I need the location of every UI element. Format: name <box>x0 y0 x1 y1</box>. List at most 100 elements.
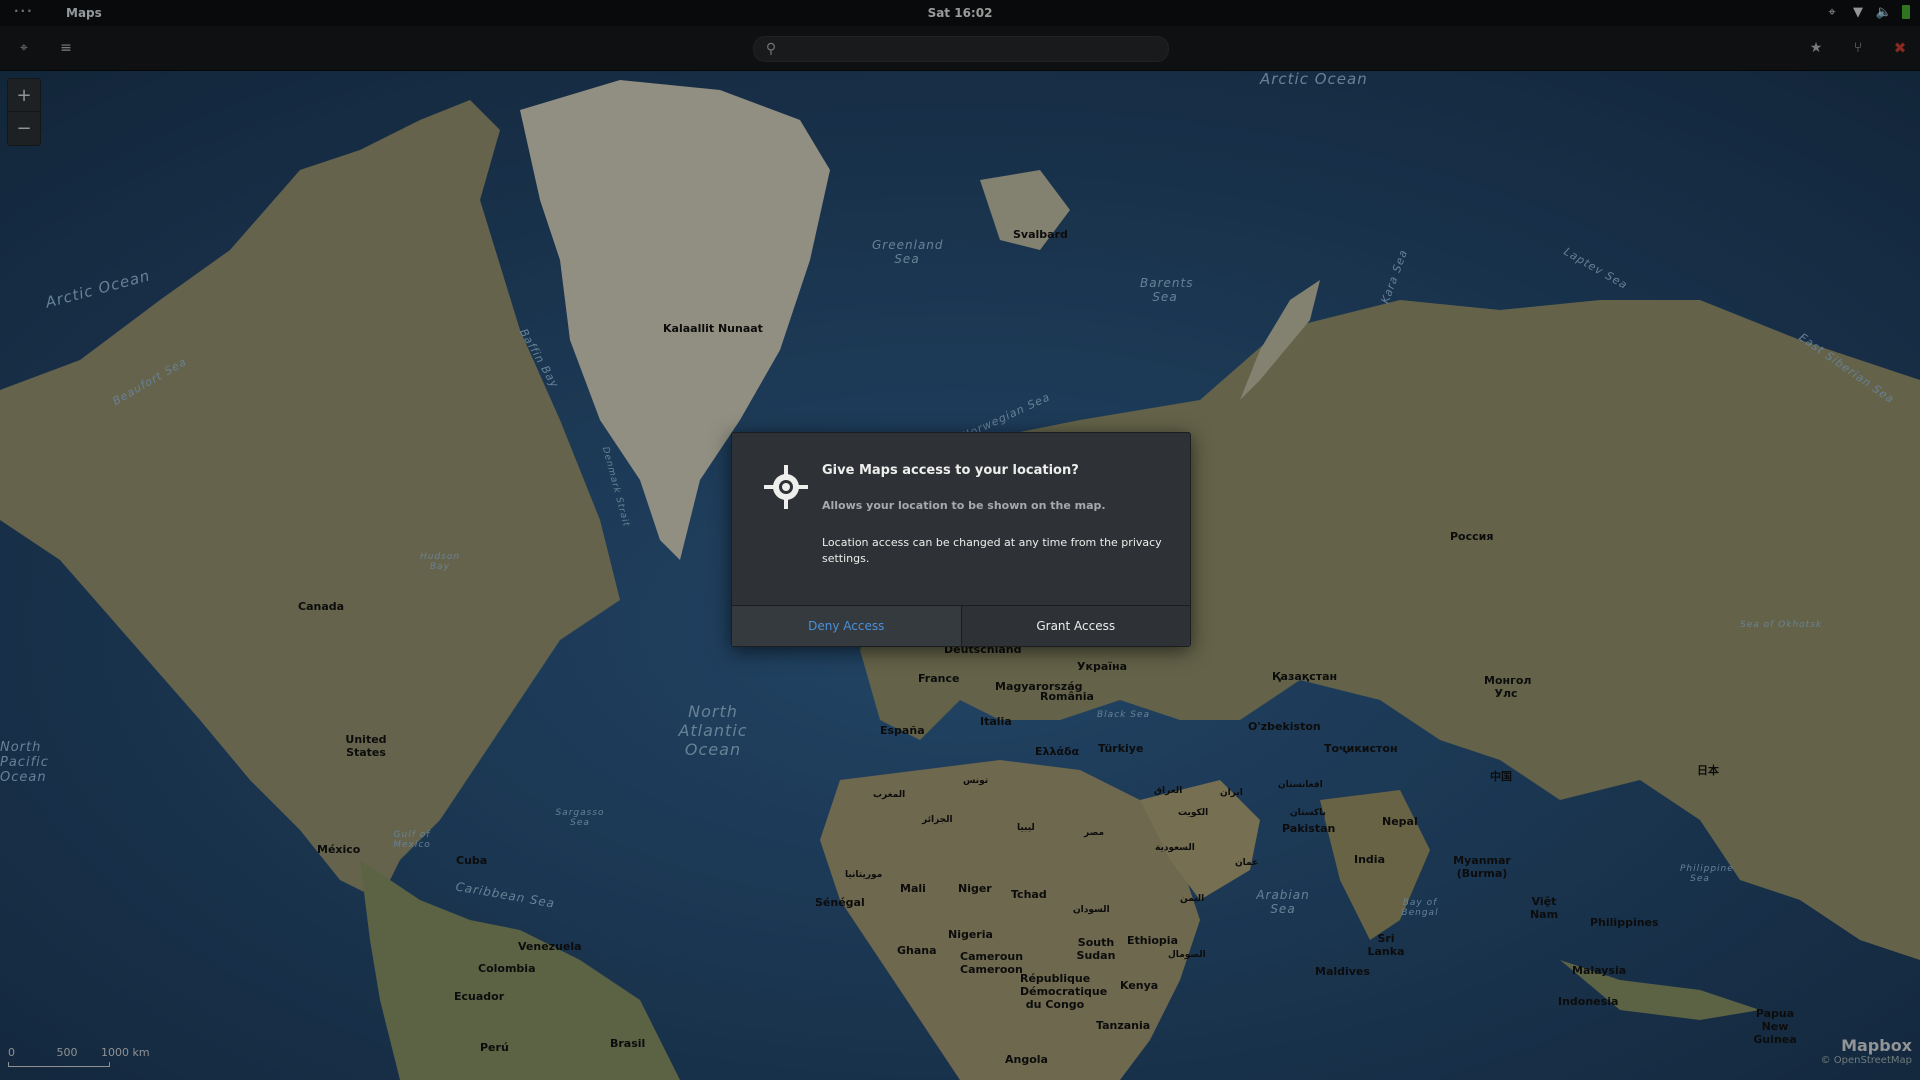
place-label: الصومال <box>1168 950 1206 960</box>
place-label: Қазақстан <box>1272 670 1338 683</box>
ocean-label: Arctic Ocean <box>1260 70 1368 88</box>
zoom-control: + − <box>7 78 41 146</box>
place-label: México <box>317 843 361 856</box>
place-label: الكويت <box>1178 808 1209 818</box>
header-bar: ⌖ ≡ ⚲ ★ ⑂ ✖ <box>0 26 1920 71</box>
map-scale: 0 500 1000 km <box>8 1046 150 1067</box>
scale-bar <box>8 1062 110 1067</box>
wifi-icon: ▼ <box>1853 4 1863 20</box>
place-label: Kenya <box>1120 979 1159 992</box>
battery-icon <box>1902 5 1910 19</box>
place-label: مصر <box>1084 828 1105 838</box>
scale-label-0: 0 <box>8 1046 15 1059</box>
ocean-label: North Pacific Ocean <box>0 740 49 785</box>
place-label: السودان <box>1073 905 1110 915</box>
ocean-label: Bay of Bengal <box>1401 898 1439 918</box>
top-bar: ··· Maps Sat 16:02 ⌖ ▼ 🔈 <box>0 0 1920 26</box>
place-label: Malaysia <box>1572 964 1627 977</box>
place-label: Тоҷикистон <box>1324 742 1398 755</box>
place-label: العراق <box>1154 786 1183 796</box>
place-label: Venezuela <box>518 940 582 953</box>
place-label: Монгол Улс <box>1484 674 1532 700</box>
favorites-button[interactable]: ★ <box>1804 36 1828 60</box>
place-label: Sénégal <box>815 896 865 909</box>
location-icon: ⌖ <box>20 40 28 56</box>
place-label: Cuba <box>456 854 488 867</box>
clock[interactable]: Sat 16:02 <box>0 6 1920 20</box>
goto-current-location-button[interactable]: ⌖ <box>12 36 36 60</box>
scale-label-1000: 1000 km <box>101 1046 150 1059</box>
activities-button[interactable]: ··· <box>14 4 34 18</box>
place-label: 日本 <box>1697 764 1719 777</box>
system-status-area[interactable]: ⌖ ▼ 🔈 <box>1824 4 1910 20</box>
place-label: Tchad <box>1011 888 1047 901</box>
place-label: ایران <box>1220 788 1243 798</box>
place-label: Nepal <box>1382 815 1418 828</box>
grant-access-button[interactable]: Grant Access <box>961 606 1190 646</box>
place-label: Ελλάδα <box>1035 745 1080 758</box>
place-label: India <box>1354 853 1385 866</box>
location-icon: ⌖ <box>1828 4 1836 20</box>
ocean-label: Sea of Okhotsk <box>1740 620 1823 630</box>
place-label: United States <box>345 733 387 759</box>
scale-label-500: 500 <box>56 1046 78 1059</box>
place-label: Россия <box>1450 530 1494 543</box>
place-label: Україна <box>1077 660 1128 673</box>
dialog-body: Location access can be changed at any ti… <box>822 536 1162 565</box>
place-label: افغانستان <box>1278 780 1323 790</box>
close-icon: ✖ <box>1893 39 1907 57</box>
place-label: موريتانيا <box>845 870 883 880</box>
dialog-title: Give Maps access to your location? <box>822 463 1079 478</box>
place-label: Việt Nam <box>1529 895 1559 921</box>
place-label: Italia <box>980 715 1012 728</box>
map-attribution: Mapbox © OpenStreetMap <box>1821 1036 1912 1066</box>
place-label: Papua New Guinea <box>1753 1007 1797 1046</box>
place-label: تونس <box>963 776 989 786</box>
place-label: Kalaallit Nunaat <box>663 322 763 335</box>
ocean-label: Black Sea <box>1097 710 1150 720</box>
route-icon: ⑂ <box>1853 40 1863 56</box>
mapbox-logo: Mapbox <box>1841 1036 1912 1055</box>
ocean-label: Greenland Sea <box>872 238 944 266</box>
volume-icon: 🔈 <box>1875 4 1893 20</box>
place-label: Indonesia <box>1558 995 1619 1008</box>
place-label: Cameroun Cameroon <box>960 950 1024 976</box>
place-label: Colombia <box>478 962 536 975</box>
ocean-label: Gulf of Mexico <box>393 830 431 850</box>
place-label: Niger <box>958 882 992 895</box>
place-label: الجزائر <box>922 815 953 825</box>
place-label: Nigeria <box>948 928 993 941</box>
search-input[interactable] <box>782 41 1168 57</box>
ocean-label: Arabian Sea <box>1256 888 1310 916</box>
osm-attribution-link[interactable]: © OpenStreetMap <box>1821 1055 1912 1066</box>
place-label: Mali <box>900 882 926 895</box>
place-label: South Sudan <box>1076 936 1116 962</box>
place-label: السعودية <box>1155 843 1195 853</box>
layers-button[interactable]: ≡ <box>54 36 78 60</box>
place-label: Brasil <box>610 1037 646 1050</box>
dialog-actions: Deny Access Grant Access <box>732 605 1190 646</box>
close-window-button[interactable]: ✖ <box>1888 36 1912 60</box>
zoom-in-button[interactable]: + <box>8 79 40 112</box>
place-label: République Démocratique du Congo <box>1020 972 1108 1011</box>
zoom-out-button[interactable]: − <box>8 112 40 144</box>
place-label: Angola <box>1005 1053 1048 1066</box>
place-label: Ecuador <box>454 990 505 1003</box>
place-label: France <box>918 672 960 685</box>
location-permission-dialog: Give Maps access to your location? Allow… <box>731 432 1191 647</box>
place-label: Canada <box>298 600 345 613</box>
ocean-label: Philippine Sea <box>1680 864 1734 884</box>
place-label: Maldives <box>1315 965 1370 978</box>
place-label: Pakistan <box>1282 822 1336 835</box>
place-label: Perú <box>480 1041 509 1054</box>
place-label: Tanzania <box>1096 1019 1151 1032</box>
place-label: پاکستان <box>1290 808 1326 818</box>
app-menu[interactable]: Maps <box>66 6 102 20</box>
place-label: España <box>880 724 925 737</box>
place-label: Ghana <box>897 944 937 957</box>
route-button[interactable]: ⑂ <box>1846 36 1870 60</box>
place-label: المغرب <box>873 790 906 800</box>
layers-icon: ≡ <box>60 40 72 56</box>
deny-access-button[interactable]: Deny Access <box>732 606 962 646</box>
search-entry[interactable]: ⚲ <box>753 36 1169 62</box>
